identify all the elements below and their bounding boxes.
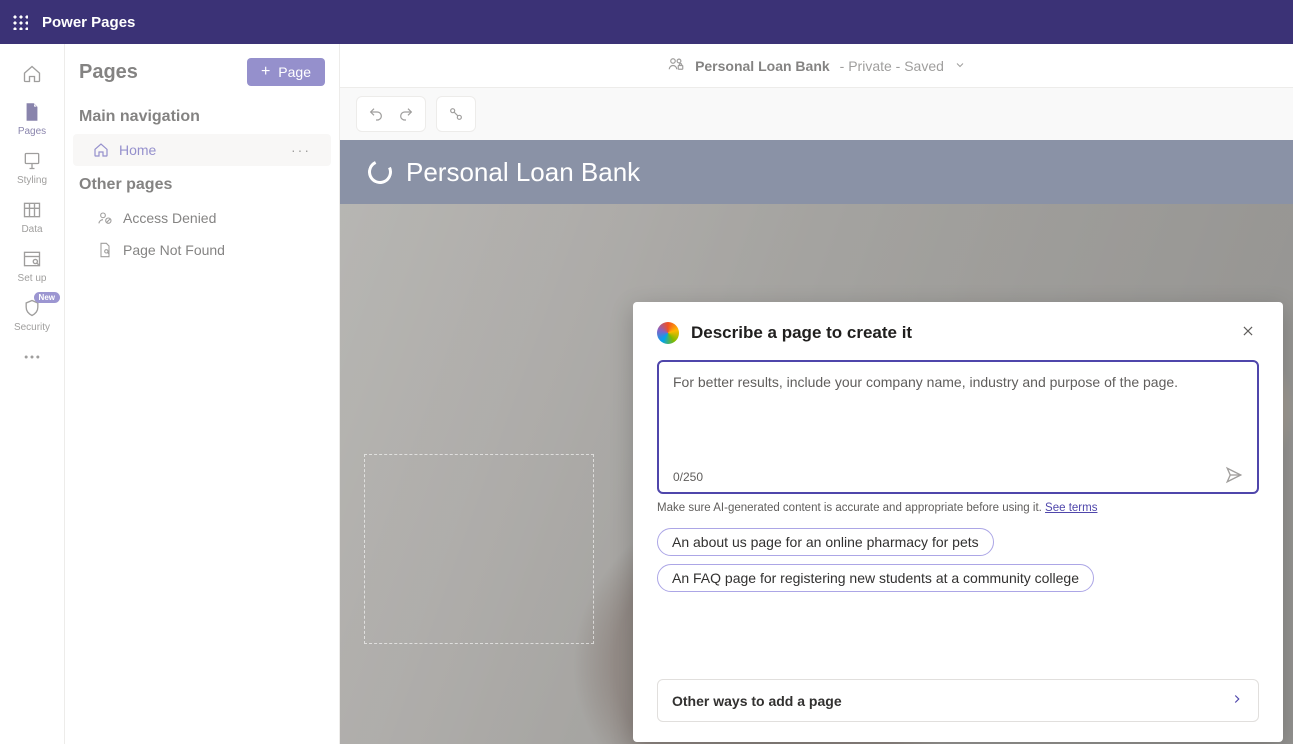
suggestion-chip-2[interactable]: An FAQ page for registering new students… xyxy=(657,564,1094,592)
pages-panel: Pages + Page Main navigation Home ··· Ot… xyxy=(65,44,340,744)
other-ways-button[interactable]: Other ways to add a page xyxy=(657,679,1259,722)
tree-item-label: Access Denied xyxy=(123,210,216,226)
rail-styling[interactable]: Styling xyxy=(2,143,62,192)
app-launcher-icon[interactable] xyxy=(12,14,28,30)
rail-data[interactable]: Data xyxy=(2,192,62,241)
page-error-icon xyxy=(97,242,113,258)
main-nav-section-label: Main navigation xyxy=(65,98,339,134)
rail-label: Styling xyxy=(17,175,47,186)
setup-icon xyxy=(22,249,42,269)
drop-region[interactable] xyxy=(364,454,594,644)
home-icon xyxy=(93,142,109,158)
add-page-button[interactable]: + Page xyxy=(247,58,325,86)
other-pages-section-label: Other pages xyxy=(65,166,339,202)
disclaimer-text: Make sure AI-generated content is accura… xyxy=(657,502,1045,514)
dialog-title: Describe a page to create it xyxy=(691,323,1229,343)
suggestion-label: An about us page for an online pharmacy … xyxy=(672,534,979,550)
more-icon xyxy=(22,347,42,367)
undo-button[interactable] xyxy=(363,101,389,127)
prompt-box: 0/250 xyxy=(657,360,1259,494)
send-button[interactable] xyxy=(1225,466,1243,484)
rail-label: Data xyxy=(21,224,42,235)
plus-icon: + xyxy=(261,64,270,80)
site-status-bar[interactable]: Personal Loan Bank - Private - Saved xyxy=(340,44,1293,88)
tree-item-access-denied[interactable]: Access Denied xyxy=(65,202,339,234)
see-terms-link[interactable]: See terms xyxy=(1045,502,1097,514)
panel-title: Pages xyxy=(79,61,138,84)
global-header: Power Pages xyxy=(0,0,1293,44)
left-nav-rail: Pages Styling Data Set up New Security xyxy=(0,44,65,744)
pages-icon xyxy=(22,102,42,122)
tree-item-label: Home xyxy=(119,142,156,158)
rail-home[interactable] xyxy=(2,54,62,94)
other-ways-label: Other ways to add a page xyxy=(672,693,842,709)
rail-label: Set up xyxy=(18,273,47,284)
rail-more[interactable] xyxy=(2,339,62,373)
rail-label: Security xyxy=(14,322,50,333)
close-button[interactable] xyxy=(1241,324,1259,342)
describe-page-dialog: Describe a page to create it 0/250 Make … xyxy=(633,302,1283,742)
tree-item-label: Page Not Found xyxy=(123,242,225,258)
char-counter: 0/250 xyxy=(673,470,703,484)
app-title: Power Pages xyxy=(42,14,135,31)
chevron-down-icon[interactable] xyxy=(954,58,966,74)
item-more-icon[interactable]: ··· xyxy=(291,142,311,158)
data-icon xyxy=(22,200,42,220)
canvas-toolbar xyxy=(340,88,1293,140)
styling-icon xyxy=(22,151,42,171)
add-page-label: Page xyxy=(278,64,311,80)
rail-security[interactable]: New Security xyxy=(2,290,62,339)
user-denied-icon xyxy=(97,210,113,226)
home-icon xyxy=(22,64,42,84)
suggestion-label: An FAQ page for registering new students… xyxy=(672,570,1079,586)
rail-setup[interactable]: Set up xyxy=(2,241,62,290)
site-banner: Personal Loan Bank xyxy=(340,140,1293,204)
tree-item-home[interactable]: Home ··· xyxy=(73,134,331,166)
copilot-icon xyxy=(657,322,679,344)
link-button[interactable] xyxy=(443,101,469,127)
redo-button[interactable] xyxy=(393,101,419,127)
new-badge: New xyxy=(34,292,60,303)
prompt-input[interactable] xyxy=(673,374,1243,466)
site-name: Personal Loan Bank xyxy=(695,58,830,74)
ai-disclaimer: Make sure AI-generated content is accura… xyxy=(657,502,1259,514)
rail-label: Pages xyxy=(18,126,46,137)
site-banner-title: Personal Loan Bank xyxy=(406,157,640,188)
site-logo-icon xyxy=(365,157,396,188)
site-state: - Private - Saved xyxy=(840,58,944,74)
tree-item-not-found[interactable]: Page Not Found xyxy=(65,234,339,266)
rail-pages[interactable]: Pages xyxy=(2,94,62,143)
people-lock-icon xyxy=(667,55,685,76)
suggestion-chip-1[interactable]: An about us page for an online pharmacy … xyxy=(657,528,994,556)
chevron-right-icon xyxy=(1230,692,1244,709)
